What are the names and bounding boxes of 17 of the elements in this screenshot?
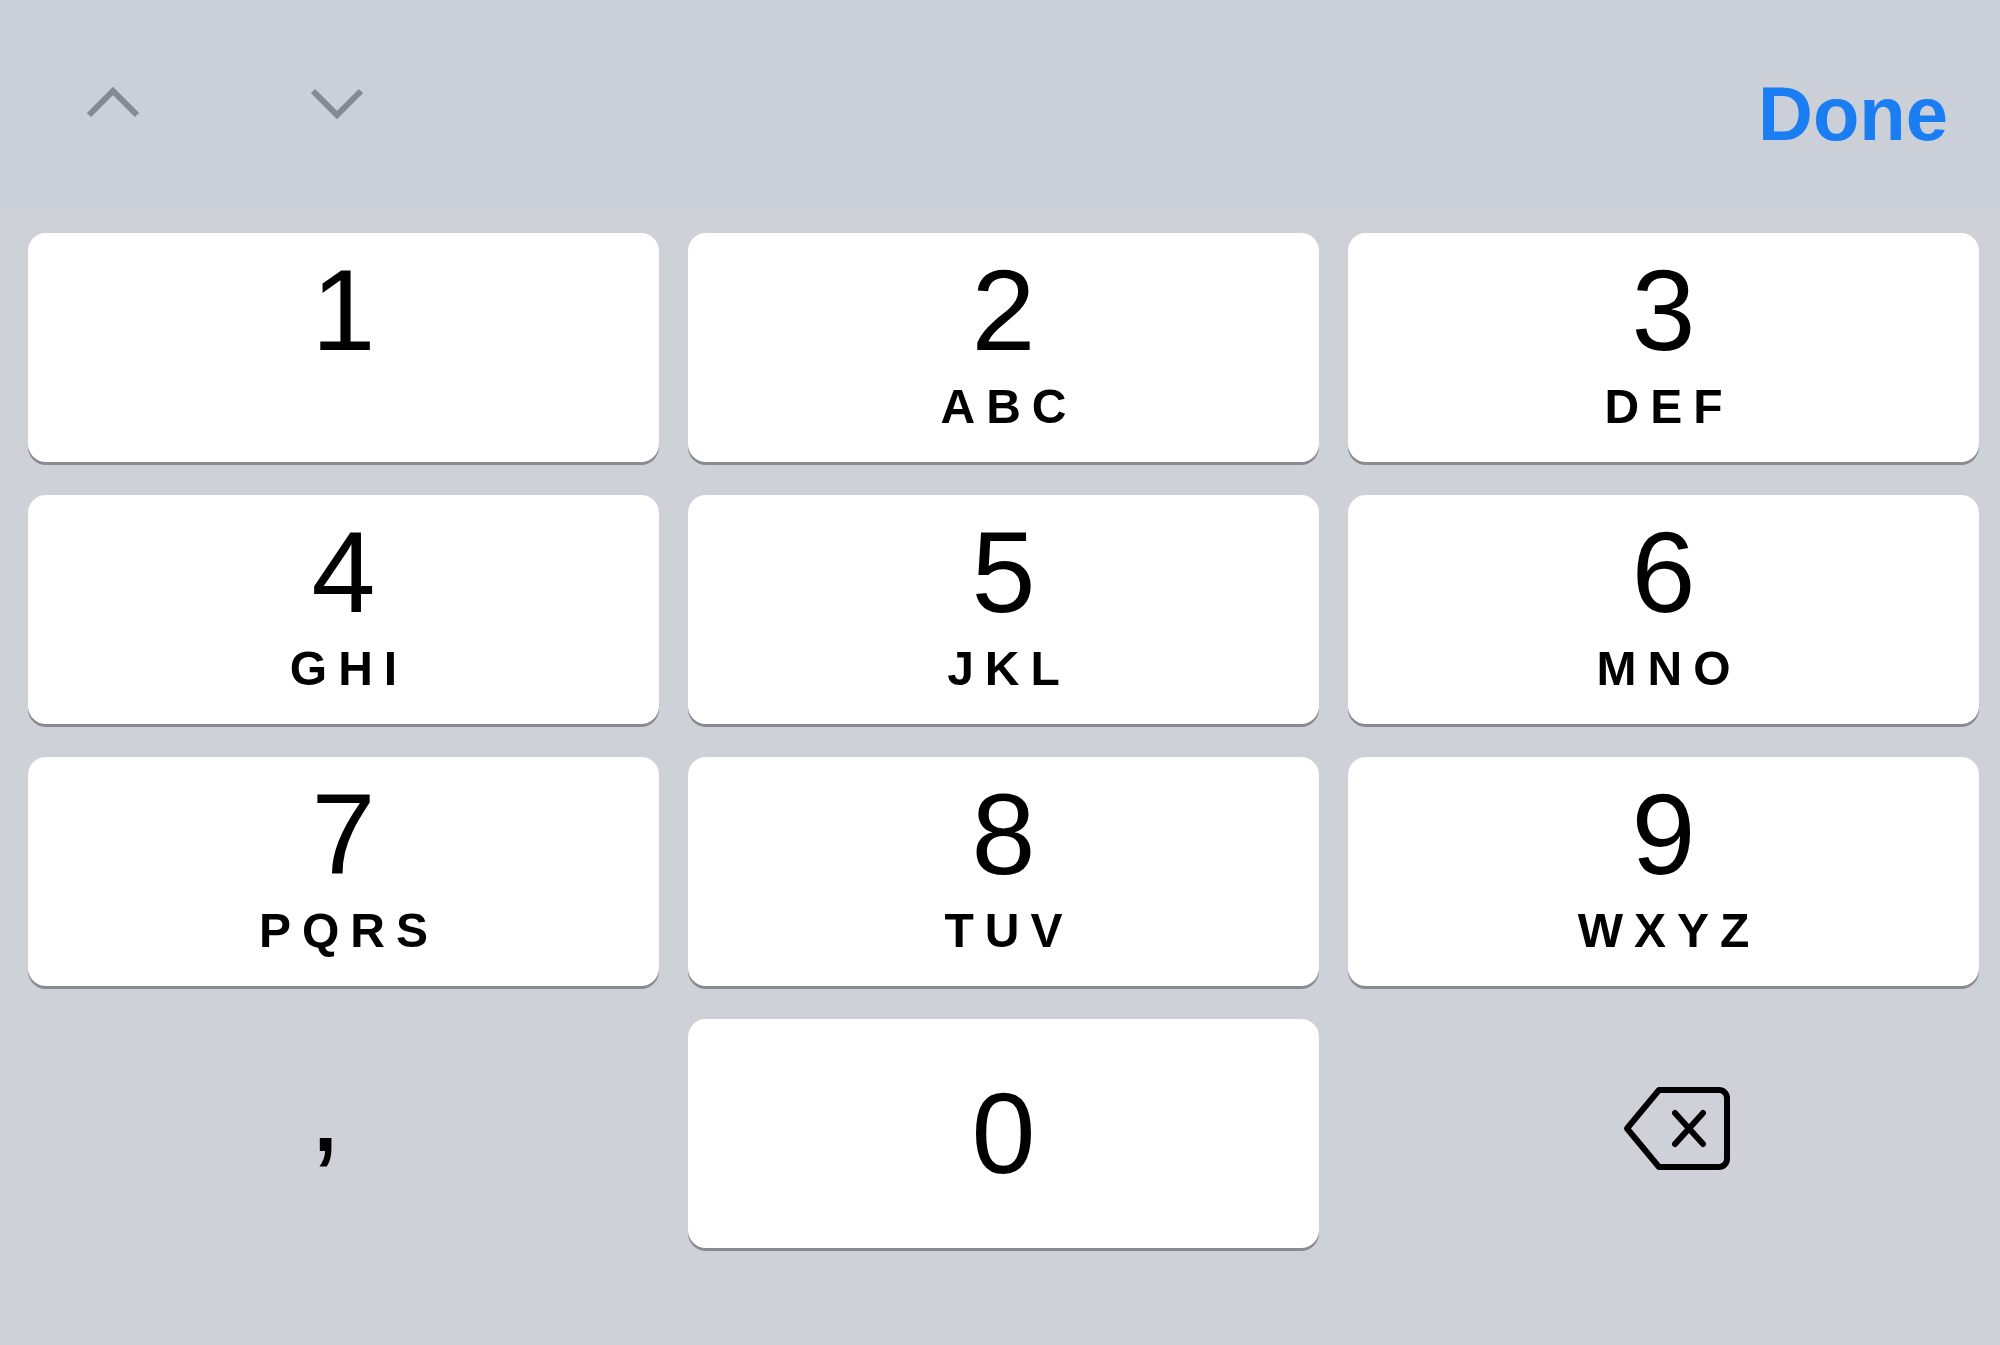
previous-button[interactable] [85,86,141,119]
next-button[interactable] [309,86,365,119]
comma-key[interactable]: , [298,1038,353,1229]
digit-key[interactable]: 5 JKL [688,495,1319,724]
chevron-down-icon [309,86,365,119]
digit-key[interactable]: 8 TUV [688,757,1319,986]
digit-key[interactable]: 9 WXYZ [1348,757,1979,986]
digit-key[interactable]: 3 DEF [1348,233,1979,462]
delete-key[interactable] [1622,1086,1731,1171]
backspace-icon [1622,1086,1731,1171]
digit-key[interactable]: 7 PQRS [28,757,659,986]
digit-key[interactable]: 4 GHI [28,495,659,724]
digit-key[interactable]: 0 [688,1019,1319,1248]
digit-key[interactable]: 2 ABC [688,233,1319,462]
chevron-up-icon [85,86,141,119]
digit-key[interactable]: 1 [28,233,659,462]
digit-key[interactable]: 6 MNO [1348,495,1979,724]
